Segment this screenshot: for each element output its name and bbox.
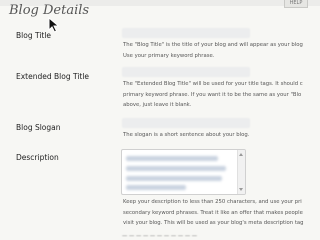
description-textarea[interactable]	[121, 149, 246, 195]
textarea-scrollbar[interactable]	[237, 150, 245, 194]
textarea-text-line	[126, 176, 222, 181]
blog-title-input[interactable]	[122, 28, 250, 38]
help-button[interactable]: HELP	[284, 0, 308, 8]
textarea-text-line	[126, 185, 186, 190]
blog-title-help: The "Blog Title" is the title of your bl…	[123, 42, 303, 59]
blog-slogan-label: Blog Slogan	[16, 123, 61, 132]
textarea-text-line	[126, 156, 218, 161]
blog-slogan-help: The slogan is a short sentence about you…	[123, 132, 250, 138]
extended-blog-title-help: The "Extended Blog Title" will be used f…	[123, 81, 303, 108]
blog-title-label: Blog Title	[16, 31, 52, 40]
extended-blog-title-label: Extended Blog Title	[16, 72, 90, 81]
extended-blog-title-input[interactable]	[122, 67, 250, 77]
cut-off-text: — — — — — — — — — — —	[122, 233, 198, 239]
page-title: Blog Details	[9, 3, 90, 18]
description-label: Description	[16, 153, 59, 162]
description-help: Keep your description to less than 250 c…	[123, 199, 304, 226]
textarea-text-line	[126, 166, 226, 171]
pointer-cursor-icon	[48, 17, 60, 33]
blog-slogan-input[interactable]	[122, 118, 250, 128]
scroll-up-icon[interactable]	[239, 153, 243, 156]
scroll-down-icon[interactable]	[239, 188, 243, 191]
